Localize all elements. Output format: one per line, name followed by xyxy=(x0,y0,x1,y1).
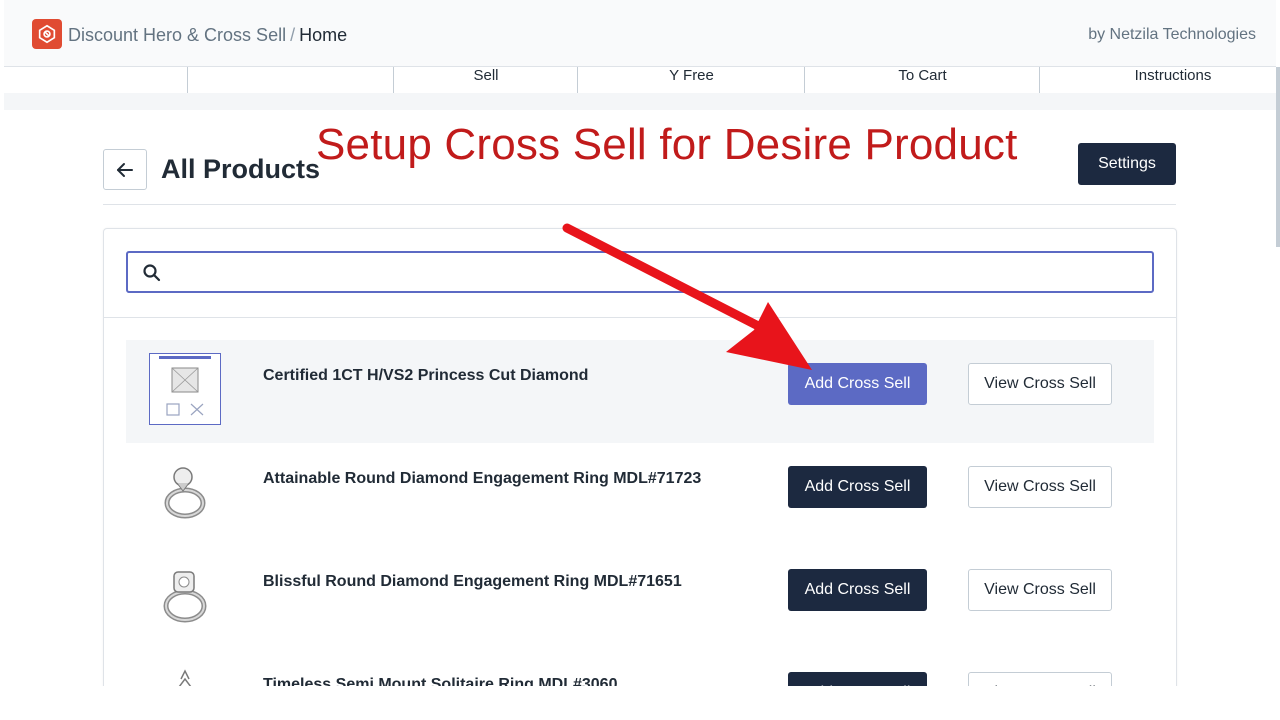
product-row: Attainable Round Diamond Engagement Ring… xyxy=(126,443,1154,546)
breadcrumb-current: Home xyxy=(299,25,347,45)
vendor-label: by Netzila Technologies xyxy=(1088,26,1256,44)
page-title: All Products xyxy=(161,154,320,185)
app-logo-icon xyxy=(32,19,62,49)
view-cross-sell-button[interactable]: View Cross Sell xyxy=(968,672,1112,686)
product-name: Blissful Round Diamond Engagement Ring M… xyxy=(263,573,682,591)
top-bar: Discount Hero & Cross Sell/Home by Netzi… xyxy=(4,0,1276,67)
product-row: Certified 1CT H/VS2 Princess Cut Diamond… xyxy=(126,340,1154,443)
view-cross-sell-button[interactable]: View Cross Sell xyxy=(968,363,1112,405)
breadcrumb: Discount Hero & Cross Sell/Home xyxy=(68,24,347,46)
tab-add-to-cart[interactable]: To Cart xyxy=(805,67,1040,93)
add-cross-sell-button[interactable]: Add Cross Sell xyxy=(788,672,927,686)
tab-1[interactable] xyxy=(4,67,188,93)
princess-diamond-icon xyxy=(155,356,215,422)
scrollbar[interactable] xyxy=(1276,67,1280,247)
settings-button[interactable]: Settings xyxy=(1078,143,1176,185)
search-input[interactable] xyxy=(172,257,1142,287)
arrow-left-icon xyxy=(115,160,135,180)
ring-icon xyxy=(155,459,215,525)
tab-instructions-label: Instructions xyxy=(1135,67,1212,84)
products-card: Certified 1CT H/VS2 Princess Cut Diamond… xyxy=(103,228,1177,686)
add-cross-sell-button[interactable]: Add Cross Sell xyxy=(788,569,927,611)
app-frame: Discount Hero & Cross Sell/Home by Netzi… xyxy=(4,0,1276,686)
product-name: Attainable Round Diamond Engagement Ring… xyxy=(263,470,701,488)
product-row: Blissful Round Diamond Engagement Ring M… xyxy=(126,546,1154,649)
main-panel: All Products Settings xyxy=(4,110,1276,686)
tab-buy-sell-label: Sell xyxy=(473,67,498,84)
product-name: Certified 1CT H/VS2 Princess Cut Diamond xyxy=(263,367,588,385)
title-divider xyxy=(103,204,1176,205)
product-name: Timeless Semi Mount Solitaire Ring MDL#3… xyxy=(263,676,617,686)
ring-icon xyxy=(155,665,215,686)
add-cross-sell-button[interactable]: Add Cross Sell xyxy=(788,466,927,508)
annotation-text: Setup Cross Sell for Desire Product xyxy=(316,120,1018,170)
nav-tabs: Sell Y Free To Cart Instructions xyxy=(4,67,1276,93)
search-icon xyxy=(142,263,162,283)
tab-buy-sell[interactable]: Sell xyxy=(394,67,578,93)
search-box[interactable] xyxy=(126,251,1154,293)
breadcrumb-app-link[interactable]: Discount Hero & Cross Sell xyxy=(68,25,286,45)
card-divider xyxy=(104,317,1176,318)
tab-add-to-cart-label: To Cart xyxy=(898,67,946,84)
product-thumbnail[interactable] xyxy=(149,456,221,528)
back-button[interactable] xyxy=(103,149,147,190)
breadcrumb-separator: / xyxy=(290,25,295,45)
tab-2[interactable] xyxy=(188,67,394,93)
add-cross-sell-button[interactable]: Add Cross Sell xyxy=(788,363,927,405)
view-cross-sell-button[interactable]: View Cross Sell xyxy=(968,466,1112,508)
tab-buy-x-get-y-free[interactable]: Y Free xyxy=(578,67,805,93)
product-thumbnail[interactable] xyxy=(149,559,221,631)
product-thumbnail[interactable] xyxy=(149,662,221,686)
ring-icon xyxy=(155,562,215,628)
view-cross-sell-button[interactable]: View Cross Sell xyxy=(968,569,1112,611)
tab-instructions[interactable]: Instructions xyxy=(1040,67,1276,93)
product-row: Timeless Semi Mount Solitaire Ring MDL#3… xyxy=(126,649,1154,686)
tab-buy-x-get-y-free-label: Y Free xyxy=(669,67,714,84)
product-thumbnail[interactable] xyxy=(149,353,221,425)
